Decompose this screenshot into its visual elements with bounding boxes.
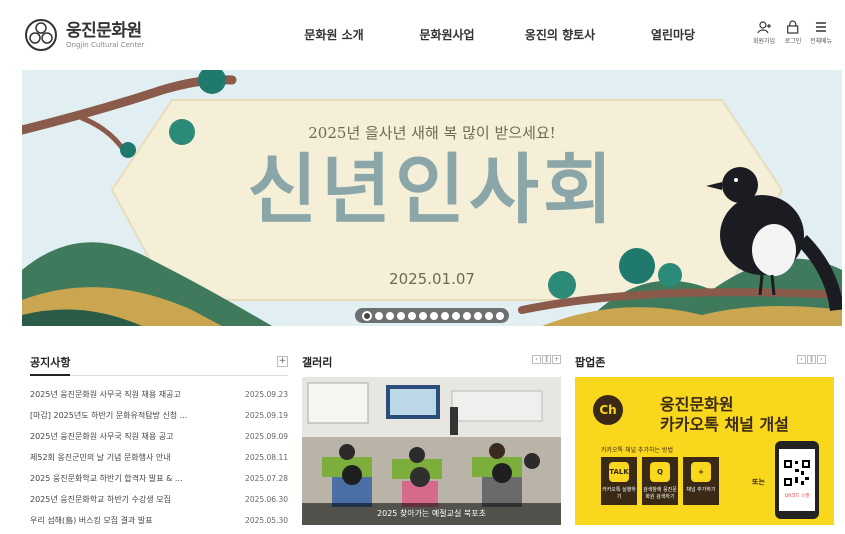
notice-item-title: 2025년 웅진문화원 사무국 직원 채용 공고 <box>30 432 174 441</box>
pager-dot[interactable] <box>375 311 383 320</box>
notice-item-date: 2025.06.30 <box>245 495 288 504</box>
notice-item-title: 제52회 옹진군민의 날 기념 문화행사 안내 <box>30 453 171 462</box>
popup-how-to: 카카오톡 채널 추가하는 방법 <box>601 447 673 454</box>
pager-dot[interactable] <box>463 311 471 320</box>
notice-item-date: 2025.09.23 <box>245 390 288 399</box>
qr-code-icon <box>783 459 811 487</box>
notice-item-date: 2025.09.09 <box>245 432 288 441</box>
popup-banner[interactable]: Ch 웅진문화원 카카오톡 채널 개설 카카오톡 채널 추가하는 방법 TALK… <box>575 377 834 525</box>
gallery-title: 갤러리 <box>302 356 333 369</box>
notice-title-underline <box>30 374 70 376</box>
pager-dot[interactable] <box>386 311 394 320</box>
popup-controls: ‹ ‖ › <box>797 355 826 365</box>
notice-item[interactable]: [마감] 2025년도 하반기 문화유적탐방 신청 ... 2025.09.19 <box>30 405 288 426</box>
pager-dot[interactable] <box>362 310 372 321</box>
notice-item-date: 2025.09.19 <box>245 411 288 420</box>
pause-icon[interactable]: ‖ <box>542 355 551 364</box>
pager-dot[interactable] <box>408 311 416 320</box>
banner-pager <box>355 308 509 323</box>
popup-headline-2: 카카오톡 채널 개설 <box>660 415 789 434</box>
prev-arrow-icon[interactable]: ‹ <box>797 355 806 364</box>
notice-item[interactable]: 제52회 옹진군민의 날 기념 문화행사 안내 2025.08.11 <box>30 447 288 468</box>
notice-item[interactable]: 2025 웅진문화학교 하반기 합격자 발표 & ... 2025.07.28 <box>30 468 288 489</box>
menu-icon <box>816 22 826 32</box>
pager-dot[interactable] <box>485 311 493 320</box>
gallery-caption: 2025 찾아가는 예절교실 북포초 <box>302 503 561 525</box>
lock-icon <box>787 20 799 34</box>
banner-date: 2025.01.07 <box>389 270 475 288</box>
site-header: 웅진문화원 Ongjin Cultural Center 문화원 소개 문화원사… <box>0 0 845 70</box>
notice-item-date: 2025.05.30 <box>245 516 288 525</box>
notice-item-title: 2025년 웅진문화원 사무국 직원 채용 재공고 <box>30 390 181 399</box>
pager-dot[interactable] <box>474 311 482 320</box>
banner-title: 신년인사회 <box>247 145 617 234</box>
main-banner-slide[interactable]: 2025년 을사년 새해 복 많이 받으세요! 신년인사회 2025.01.07 <box>22 70 842 326</box>
pager-dot[interactable] <box>397 311 405 320</box>
main-nav: 문화원 소개 문화원사업 옹진의 향토사 열린마당 <box>0 26 845 46</box>
nav-about[interactable]: 문화원 소개 <box>304 26 363 43</box>
all-menu-button[interactable]: 전체메뉴 <box>810 20 832 45</box>
pager-dot[interactable] <box>452 311 460 320</box>
login-button[interactable]: 로그인 <box>784 20 802 45</box>
notice-item-title: [마감] 2025년도 하반기 문화유적탐방 신청 ... <box>30 411 188 420</box>
notice-item-title: 2025 웅진문화학교 하반기 합격자 발표 & ... <box>30 474 183 483</box>
popup-or: 또는 <box>752 478 765 486</box>
notice-more-button[interactable]: + <box>277 356 288 367</box>
notice-title: 공지사항 <box>30 356 71 369</box>
notice-item-title: 우리 섬해(島) 버스킹 모집 결과 발표 <box>30 516 153 525</box>
plus-icon: + <box>691 462 711 482</box>
notice-item-date: 2025.07.28 <box>245 474 288 483</box>
nav-local-history[interactable]: 옹진의 향토사 <box>525 26 595 43</box>
notice-item[interactable]: 2025년 웅진문화학교 하반기 수강생 모집 2025.06.30 <box>30 489 288 510</box>
step-open-kakao: TALK 카카오톡 실행하기 <box>601 457 637 505</box>
user-icon <box>757 21 771 34</box>
qr-label: QR코드 스캔 <box>784 494 810 499</box>
signup-button[interactable]: 회원가입 <box>753 20 775 45</box>
pager-dot[interactable] <box>430 311 438 320</box>
notice-item[interactable]: 2025년 웅진문화원 사무국 직원 채용 공고 2025.09.09 <box>30 426 288 447</box>
popup-title: 팝업존 <box>575 356 606 369</box>
prev-arrow-icon[interactable]: ‹ <box>532 355 541 364</box>
notice-list: 2025년 웅진문화원 사무국 직원 채용 재공고 2025.09.23 [마감]… <box>30 384 288 531</box>
signup-label: 회원가입 <box>752 38 776 45</box>
gallery-photo[interactable]: 2025 찾아가는 예절교실 북포초 <box>302 377 561 525</box>
notice-item[interactable]: 우리 섬해(島) 버스킹 모집 결과 발표 2025.05.30 <box>30 510 288 531</box>
next-arrow-icon[interactable]: › <box>817 355 826 364</box>
talk-icon: TALK <box>609 462 629 482</box>
banner-subtitle: 2025년 을사년 새해 복 많이 받으세요! <box>308 124 556 142</box>
notice-item-title: 2025년 웅진문화학교 하반기 수강생 모집 <box>30 495 171 504</box>
step-search: Q 검색창에 웅진문화원 검색하기 <box>642 457 678 505</box>
step-label: 카카오톡 실행하기 <box>602 487 636 500</box>
login-label: 로그인 <box>784 38 802 45</box>
pager-dot[interactable] <box>496 311 504 320</box>
pager-dot[interactable] <box>419 311 427 320</box>
kakao-channel-icon: Ch <box>593 395 623 425</box>
nav-programs[interactable]: 문화원사업 <box>419 26 474 43</box>
pager-dot[interactable] <box>441 311 449 320</box>
all-menu-label: 전체메뉴 <box>809 38 833 45</box>
step-add-channel: + 채널 추가하기 <box>683 457 719 505</box>
more-plus-icon[interactable]: + <box>552 355 561 364</box>
pause-icon[interactable]: ‖ <box>807 355 816 364</box>
notice-item-date: 2025.08.11 <box>245 453 288 462</box>
nav-open-forum[interactable]: 열린마당 <box>651 26 695 43</box>
step-label: 검색창에 웅진문화원 검색하기 <box>643 487 677 500</box>
search-icon: Q <box>650 462 670 482</box>
step-label: 채널 추가하기 <box>686 487 716 493</box>
notice-item[interactable]: 2025년 웅진문화원 사무국 직원 채용 재공고 2025.09.23 <box>30 384 288 405</box>
gallery-controls: ‹ ‖ + <box>532 355 561 365</box>
